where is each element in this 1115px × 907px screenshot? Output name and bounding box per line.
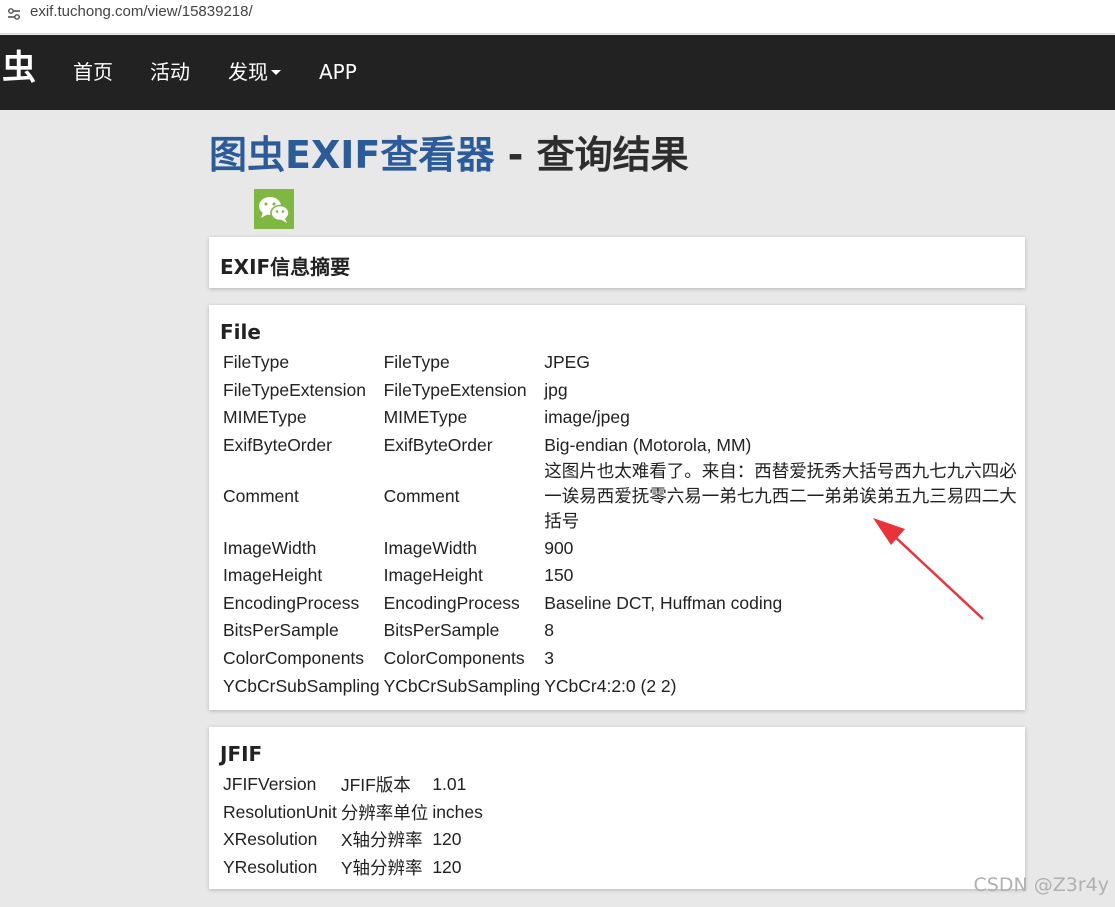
file-cell-value: 3 bbox=[544, 648, 554, 669]
jfif-panel: JFIF JFIFVersion JFIF版本 1.01 ResolutionUnit… bbox=[209, 727, 1025, 889]
wechat-icon bbox=[259, 197, 290, 223]
file-cell-label: ExifByteOrder bbox=[383, 435, 493, 456]
page-title-rest: - 查询结果 bbox=[494, 133, 689, 177]
jfif-cell-tag: YResolution bbox=[223, 857, 318, 878]
site-logo[interactable]: 虫 bbox=[2, 51, 36, 85]
file-cell-label: MIMEType bbox=[383, 407, 468, 428]
file-row: ImageWidth ImageWidth 900 bbox=[221, 534, 1022, 562]
file-cell-label: ImageWidth bbox=[383, 537, 477, 558]
jfif-panel-title: JFIF bbox=[220, 742, 263, 766]
file-cell-label: ImageHeight bbox=[383, 565, 483, 586]
file-cell-tag: ImageWidth bbox=[223, 537, 317, 558]
file-cell-label: ColorComponents bbox=[383, 648, 525, 669]
jfif-row: XResolution X轴分辨率 120 bbox=[221, 826, 485, 854]
file-panel: File FileType FileType JPEG FileTypeExtensi… bbox=[209, 305, 1025, 710]
nav-app[interactable]: APP bbox=[319, 62, 357, 82]
file-cell-tag: Comment bbox=[223, 486, 299, 507]
jfif-cell-value: 1.01 bbox=[432, 774, 467, 795]
file-row: BitsPerSample BitsPerSample 8 bbox=[221, 617, 1022, 645]
file-cell-value: 8 bbox=[544, 620, 554, 641]
file-cell-tag: ImageHeight bbox=[223, 565, 323, 586]
file-cell-tag: ColorComponents bbox=[223, 648, 365, 669]
file-cell-value: YCbCr4:2:0 (2 2) bbox=[544, 675, 677, 696]
file-cell-label: EncodingProcess bbox=[383, 592, 520, 613]
page-title-brand: 图虫EXIF查看器 bbox=[209, 133, 495, 177]
exif-summary-title: EXIF信息摘要 bbox=[220, 255, 351, 279]
jfif-row: JFIFVersion JFIF版本 1.01 bbox=[221, 771, 485, 799]
jfif-cell-label: JFIF版本 bbox=[340, 775, 411, 796]
top-navbar: 虫 首页 活动 发现 APP bbox=[0, 35, 1115, 110]
file-cell-tag: MIMEType bbox=[223, 407, 307, 428]
file-cell-tag: YCbCrSubSampling bbox=[223, 675, 380, 696]
jfif-cell-label: 分辨率单位 bbox=[340, 802, 429, 823]
jfif-cell-label: X轴分辨率 bbox=[340, 830, 423, 851]
file-cell-value: 这图片也太难看了。来自：西替爱抚秀大括号西九七九六四必一诶易西爱抚零六易一弟七九… bbox=[544, 461, 1017, 532]
file-cell-value: image/jpeg bbox=[544, 407, 630, 428]
file-cell-label: FileTypeExtension bbox=[383, 379, 527, 400]
file-cell-value: 150 bbox=[544, 565, 574, 586]
file-cell-tag: FileTypeExtension bbox=[223, 379, 366, 400]
file-cell-tag: BitsPerSample bbox=[223, 620, 339, 641]
url-text[interactable]: exif.tuchong.com/view/15839218/ bbox=[30, 3, 253, 20]
jfif-cell-tag: XResolution bbox=[223, 829, 318, 850]
file-row: MIMEType MIMEType image/jpeg bbox=[221, 404, 1022, 432]
file-cell-value: Baseline DCT, Huffman coding bbox=[544, 592, 783, 613]
csdn-watermark: CSDN @Z3r4y bbox=[973, 874, 1109, 896]
nav-home[interactable]: 首页 bbox=[73, 62, 113, 82]
file-cell-label: YCbCrSubSampling bbox=[383, 675, 541, 696]
file-panel-title: File bbox=[220, 320, 261, 344]
jfif-cell-value: 120 bbox=[432, 857, 462, 878]
file-cell-tag: FileType bbox=[223, 352, 290, 373]
browser-url-bar[interactable]: exif.tuchong.com/view/15839218/ bbox=[0, 0, 1115, 34]
file-row: ExifByteOrder ExifByteOrder Big-endian (Mo… bbox=[221, 432, 1022, 460]
jfif-cell-tag: ResolutionUnit bbox=[223, 801, 337, 822]
jfif-cell-tag: JFIFVersion bbox=[223, 774, 317, 795]
file-row: YCbCrSubSampling YCbCrSubSampling YCbCr4:2… bbox=[221, 672, 1022, 700]
page-title: 图虫EXIF查看器 - 查询结果 bbox=[209, 130, 689, 180]
wechat-share-icon[interactable] bbox=[254, 189, 294, 229]
file-cell-label: FileType bbox=[383, 352, 450, 373]
chevron-down-icon bbox=[271, 69, 281, 75]
file-cell-tag: EncodingProcess bbox=[223, 592, 360, 613]
file-row: FileTypeExtension FileTypeExtension jpg bbox=[221, 377, 1022, 405]
file-row: EncodingProcess EncodingProcess Baseline D… bbox=[221, 590, 1022, 618]
jfif-cell-value: inches bbox=[432, 801, 483, 822]
jfif-row: ResolutionUnit 分辨率单位 inches bbox=[221, 799, 485, 827]
file-cell-value: JPEG bbox=[544, 352, 590, 373]
file-table: FileType FileType JPEG FileTypeExtension Fil… bbox=[221, 349, 1022, 700]
exif-summary-panel: EXIF信息摘要 bbox=[209, 237, 1025, 288]
file-row: ColorComponents ColorComponents 3 bbox=[221, 645, 1022, 673]
file-cell-label: Comment bbox=[383, 486, 460, 507]
file-cell-tag: ExifByteOrder bbox=[223, 435, 332, 456]
jfif-row: YResolution Y轴分辨率 120 bbox=[221, 854, 485, 882]
jfif-cell-label: Y轴分辨率 bbox=[340, 858, 423, 879]
file-cell-value: 900 bbox=[544, 537, 574, 558]
site-settings-icon[interactable] bbox=[6, 6, 22, 22]
file-cell-value: jpg bbox=[544, 379, 568, 400]
nav-activity[interactable]: 活动 bbox=[150, 62, 190, 82]
nav-discover-label: 发现 bbox=[228, 60, 268, 84]
file-row: FileType FileType JPEG bbox=[221, 349, 1022, 377]
file-cell-value: Big-endian (Motorola, MM) bbox=[544, 435, 752, 456]
file-row: Comment Comment 这图片也太难看了。来自：西替爱抚秀大括号西九七九六四… bbox=[221, 459, 1022, 534]
nav-discover[interactable]: 发现 bbox=[228, 62, 281, 82]
jfif-cell-value: 120 bbox=[432, 829, 462, 850]
file-row: ImageHeight ImageHeight 150 bbox=[221, 562, 1022, 590]
file-cell-label: BitsPerSample bbox=[383, 620, 500, 641]
jfif-table: JFIFVersion JFIF版本 1.01 ResolutionUnit 分辨率单位… bbox=[221, 771, 485, 881]
